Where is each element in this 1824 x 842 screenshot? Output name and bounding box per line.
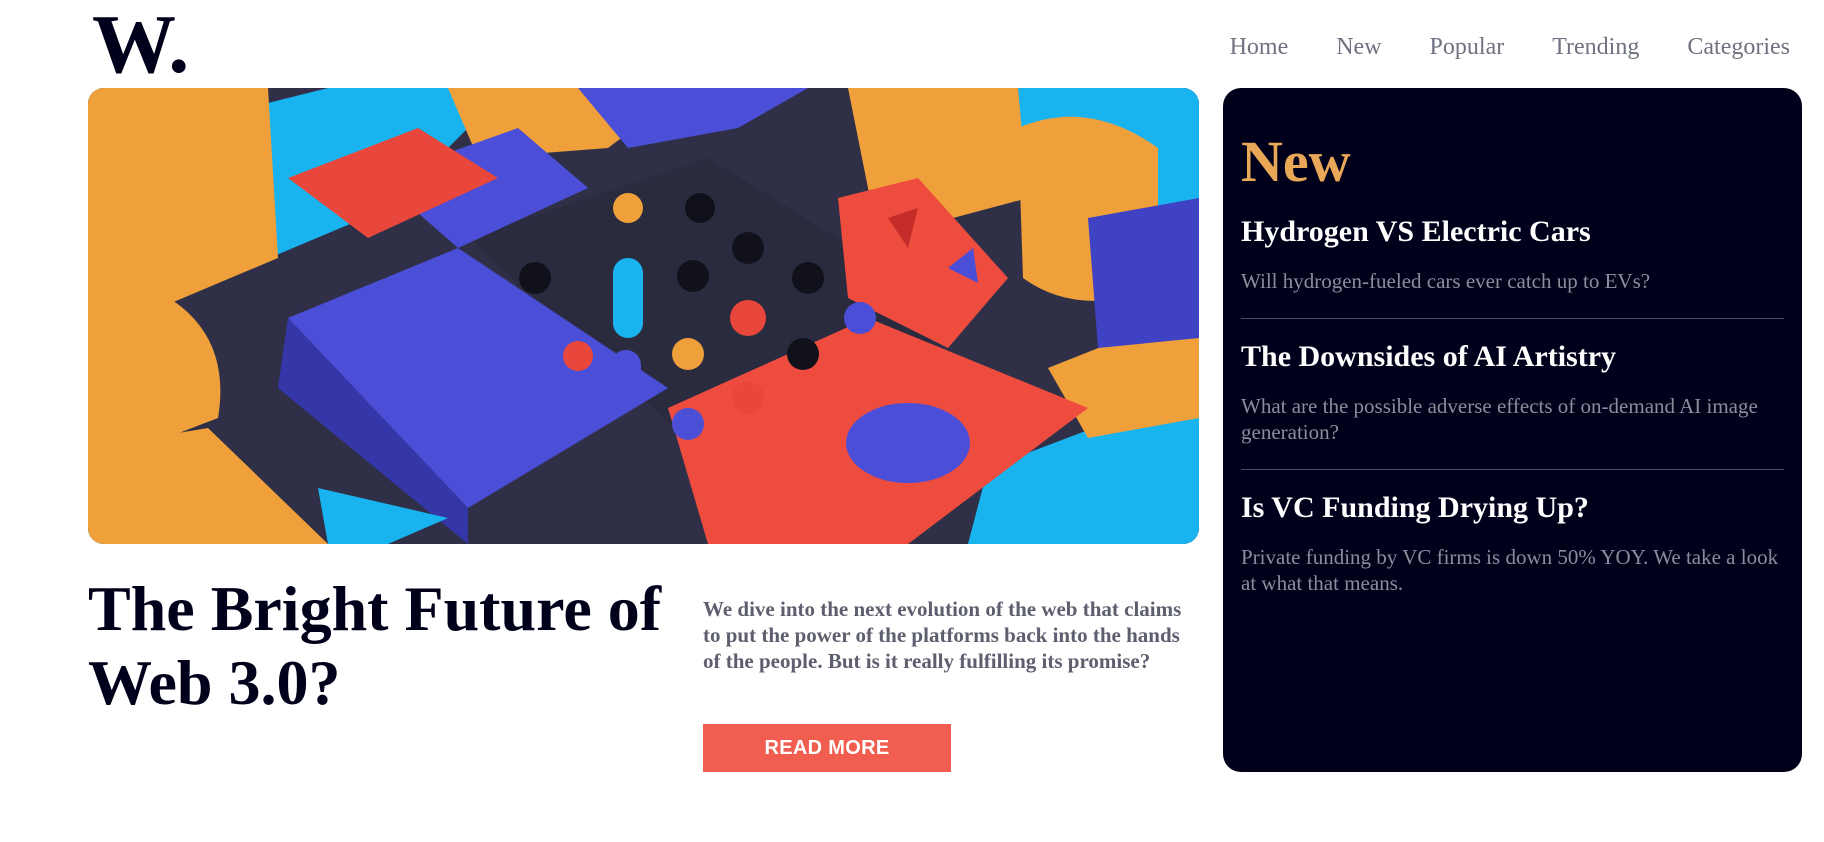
hero-image xyxy=(88,88,1199,544)
read-more-button[interactable]: READ MORE xyxy=(703,724,951,772)
brand-logo-text: W. xyxy=(92,0,189,80)
feature-headline[interactable]: The Bright Future of Web 3.0? xyxy=(88,572,688,720)
article-description: Private funding by VC firms is down 50% … xyxy=(1241,545,1779,595)
article-description: What are the possible adverse effects of… xyxy=(1241,394,1758,444)
brand-logo[interactable]: W. xyxy=(90,0,190,80)
nav-item-trending[interactable]: Trending xyxy=(1552,34,1639,61)
article-title-link[interactable]: The Downsides of AI Artistry xyxy=(1241,339,1784,375)
nav-item-home[interactable]: Home xyxy=(1230,34,1289,61)
sidebar-article: The Downsides of AI Artistry What are th… xyxy=(1241,339,1784,470)
new-articles-sidebar: New Hydrogen VS Electric Cars Will hydro… xyxy=(1223,88,1802,772)
sidebar-title: New xyxy=(1241,129,1351,194)
article-title-link[interactable]: Is VC Funding Drying Up? xyxy=(1241,490,1784,526)
main-nav: Home New Popular Trending Categories xyxy=(1182,34,1790,61)
sidebar-article: Hydrogen VS Electric Cars Will hydrogen-… xyxy=(1241,214,1784,319)
feature-summary: We dive into the next evolution of the w… xyxy=(703,597,1182,673)
article-title-link[interactable]: Hydrogen VS Electric Cars xyxy=(1241,214,1784,250)
nav-item-popular[interactable]: Popular xyxy=(1430,34,1505,61)
article-description: Will hydrogen-fueled cars ever catch up … xyxy=(1241,269,1651,293)
sidebar-article: Is VC Funding Drying Up? Private funding… xyxy=(1241,490,1784,620)
nav-item-categories[interactable]: Categories xyxy=(1687,34,1790,61)
nav-item-new[interactable]: New xyxy=(1336,34,1381,61)
hero-illustration xyxy=(88,88,1199,544)
